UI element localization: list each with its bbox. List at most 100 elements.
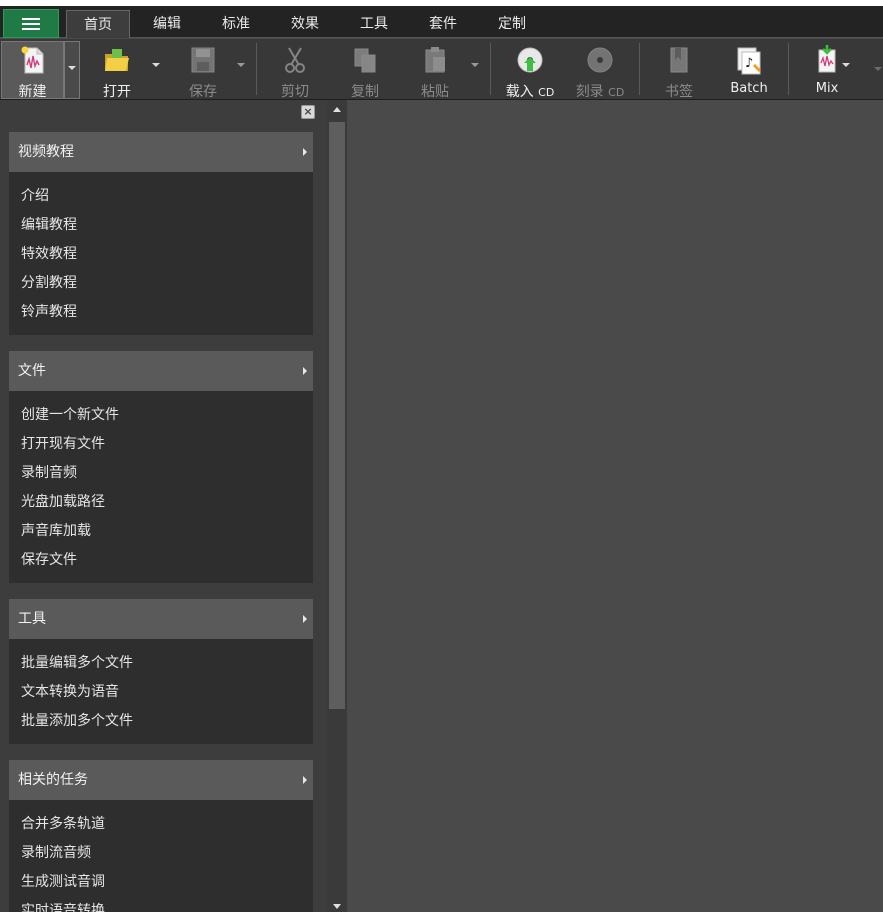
tab-tools[interactable]: 工具 bbox=[343, 10, 405, 38]
close-panel-icon[interactable]: × bbox=[301, 105, 315, 119]
ribbon-separator bbox=[490, 43, 491, 95]
batch-icon: ♪ bbox=[735, 45, 763, 75]
tab-standard[interactable]: 标准 bbox=[205, 10, 267, 38]
panel-link[interactable]: 声音库加载 bbox=[9, 520, 313, 549]
panel-link[interactable]: 铃声教程 bbox=[9, 301, 313, 330]
hamburger-menu-icon bbox=[22, 17, 40, 30]
panel-link[interactable]: 批量添加多个文件 bbox=[9, 710, 313, 739]
new-dropdown-button[interactable] bbox=[64, 41, 80, 99]
panel-link[interactable]: 分割教程 bbox=[9, 272, 313, 301]
ribbon-separator bbox=[256, 43, 257, 95]
panel-link[interactable]: 实时语音转换 bbox=[9, 900, 313, 912]
bookmark-icon bbox=[665, 45, 693, 75]
panel-link[interactable]: 录制音频 bbox=[9, 462, 313, 491]
mix-dropdown-icon[interactable] bbox=[842, 63, 850, 67]
app-menu-button[interactable] bbox=[3, 9, 59, 38]
mix-button[interactable]: Mix bbox=[800, 42, 854, 98]
panel-link[interactable]: 合并多条轨道 bbox=[9, 813, 313, 842]
panel-link[interactable]: 批量编辑多个文件 bbox=[9, 652, 313, 681]
new-file-icon bbox=[19, 45, 47, 75]
panel-link[interactable]: 录制流音频 bbox=[9, 842, 313, 871]
burn-cd-label: 刻录 CD bbox=[575, 84, 625, 100]
section-title: 视频教程 bbox=[18, 144, 74, 160]
ribbon-overflow-icon[interactable] bbox=[874, 67, 882, 71]
tab-suite[interactable]: 套件 bbox=[412, 10, 474, 38]
batch-button-label: Batch bbox=[730, 81, 768, 96]
panel-link[interactable]: 介绍 bbox=[9, 185, 313, 214]
panel-link[interactable]: 保存文件 bbox=[9, 549, 313, 578]
copy-button[interactable]: 复制 bbox=[338, 42, 392, 100]
open-button[interactable]: 打开 bbox=[90, 42, 144, 100]
save-dropdown-icon[interactable] bbox=[237, 63, 245, 67]
save-button[interactable]: 保存 bbox=[176, 42, 230, 100]
paste-button[interactable]: 粘贴 bbox=[408, 42, 462, 100]
panel-link[interactable]: 创建一个新文件 bbox=[9, 404, 313, 433]
chevron-right-icon bbox=[303, 615, 307, 623]
section-title: 文件 bbox=[18, 363, 46, 379]
mix-icon bbox=[813, 45, 841, 75]
load-cd-label: 载入 CD bbox=[505, 84, 555, 100]
section-header[interactable]: 工具 bbox=[9, 599, 313, 639]
copy-icon bbox=[351, 45, 379, 75]
panel-link[interactable]: 光盘加载路径 bbox=[9, 491, 313, 520]
app-window: 首页 编辑 标准 效果 工具 套件 定制 新建 打开 保存 剪切 复制 粘贴 载… bbox=[0, 0, 883, 912]
new-button-label: 新建 bbox=[18, 84, 47, 100]
load-cd-button[interactable]: 载入 CD bbox=[500, 42, 560, 100]
panel-link[interactable]: 打开现有文件 bbox=[9, 433, 313, 462]
open-folder-icon bbox=[103, 45, 131, 75]
chevron-right-icon bbox=[303, 148, 307, 156]
chevron-right-icon bbox=[303, 367, 307, 375]
ribbon-tab-row: 首页 编辑 标准 效果 工具 套件 定制 bbox=[0, 6, 883, 38]
tab-home[interactable]: 首页 bbox=[66, 10, 130, 38]
section-related-tasks: 相关的任务 合并多条轨道 录制流音频 生成测试音调 实时语音转换 bbox=[9, 760, 313, 912]
section-list: 介绍 编辑教程 特效教程 分割教程 铃声教程 bbox=[9, 172, 313, 335]
burn-cd-button[interactable]: 刻录 CD bbox=[570, 42, 630, 100]
bookmark-button-label: 书签 bbox=[665, 84, 693, 100]
scroll-thumb[interactable] bbox=[329, 122, 345, 709]
save-button-label: 保存 bbox=[189, 84, 217, 100]
panel-link[interactable]: 特效教程 bbox=[9, 243, 313, 272]
paste-dropdown-icon[interactable] bbox=[471, 63, 479, 67]
section-title: 工具 bbox=[18, 611, 46, 627]
save-disk-icon bbox=[189, 45, 217, 75]
bookmark-button[interactable]: 书签 bbox=[652, 42, 706, 100]
batch-button[interactable]: ♪ Batch bbox=[720, 42, 778, 98]
tab-custom[interactable]: 定制 bbox=[481, 10, 543, 38]
section-header[interactable]: 相关的任务 bbox=[9, 760, 313, 800]
panel-scrollbar[interactable] bbox=[327, 100, 347, 912]
new-button[interactable]: 新建 bbox=[1, 41, 64, 100]
paste-button-label: 粘贴 bbox=[421, 84, 449, 100]
section-title: 相关的任务 bbox=[18, 772, 88, 788]
copy-button-label: 复制 bbox=[351, 84, 379, 100]
cut-button[interactable]: 剪切 bbox=[268, 42, 322, 100]
open-button-label: 打开 bbox=[103, 84, 131, 100]
tab-edit[interactable]: 编辑 bbox=[136, 10, 198, 38]
ribbon-separator bbox=[788, 43, 789, 95]
section-header[interactable]: 文件 bbox=[9, 351, 313, 391]
chevron-down-icon bbox=[333, 903, 341, 909]
scroll-up-button[interactable] bbox=[327, 100, 347, 118]
section-list: 创建一个新文件 打开现有文件 录制音频 光盘加载路径 声音库加载 保存文件 bbox=[9, 391, 313, 583]
chevron-up-icon bbox=[333, 106, 341, 112]
tab-effects[interactable]: 效果 bbox=[274, 10, 336, 38]
section-list: 批量编辑多个文件 文本转换为语音 批量添加多个文件 bbox=[9, 639, 313, 744]
cut-button-label: 剪切 bbox=[281, 84, 309, 100]
chevron-down-icon bbox=[68, 66, 76, 70]
ribbon-separator bbox=[639, 43, 640, 95]
section-video-tutorials: 视频教程 介绍 编辑教程 特效教程 分割教程 铃声教程 bbox=[9, 132, 313, 335]
chevron-right-icon bbox=[303, 776, 307, 784]
burn-cd-icon bbox=[586, 45, 614, 75]
scissors-icon bbox=[281, 45, 309, 75]
editor-workspace[interactable] bbox=[347, 100, 883, 912]
section-tools: 工具 批量编辑多个文件 文本转换为语音 批量添加多个文件 bbox=[9, 599, 313, 744]
ribbon-toolbar: 新建 打开 保存 剪切 复制 粘贴 载入 CD 刻录 CD 书签 ♪ Batch… bbox=[0, 39, 883, 100]
panel-link[interactable]: 编辑教程 bbox=[9, 214, 313, 243]
mix-button-label: Mix bbox=[815, 81, 839, 96]
svg-text:♪: ♪ bbox=[745, 56, 753, 71]
open-dropdown-icon[interactable] bbox=[152, 63, 160, 67]
section-header[interactable]: 视频教程 bbox=[9, 132, 313, 172]
panel-link[interactable]: 文本转换为语音 bbox=[9, 681, 313, 710]
paste-icon bbox=[421, 45, 449, 75]
scroll-down-button[interactable] bbox=[327, 900, 347, 912]
panel-link[interactable]: 生成测试音调 bbox=[9, 871, 313, 900]
